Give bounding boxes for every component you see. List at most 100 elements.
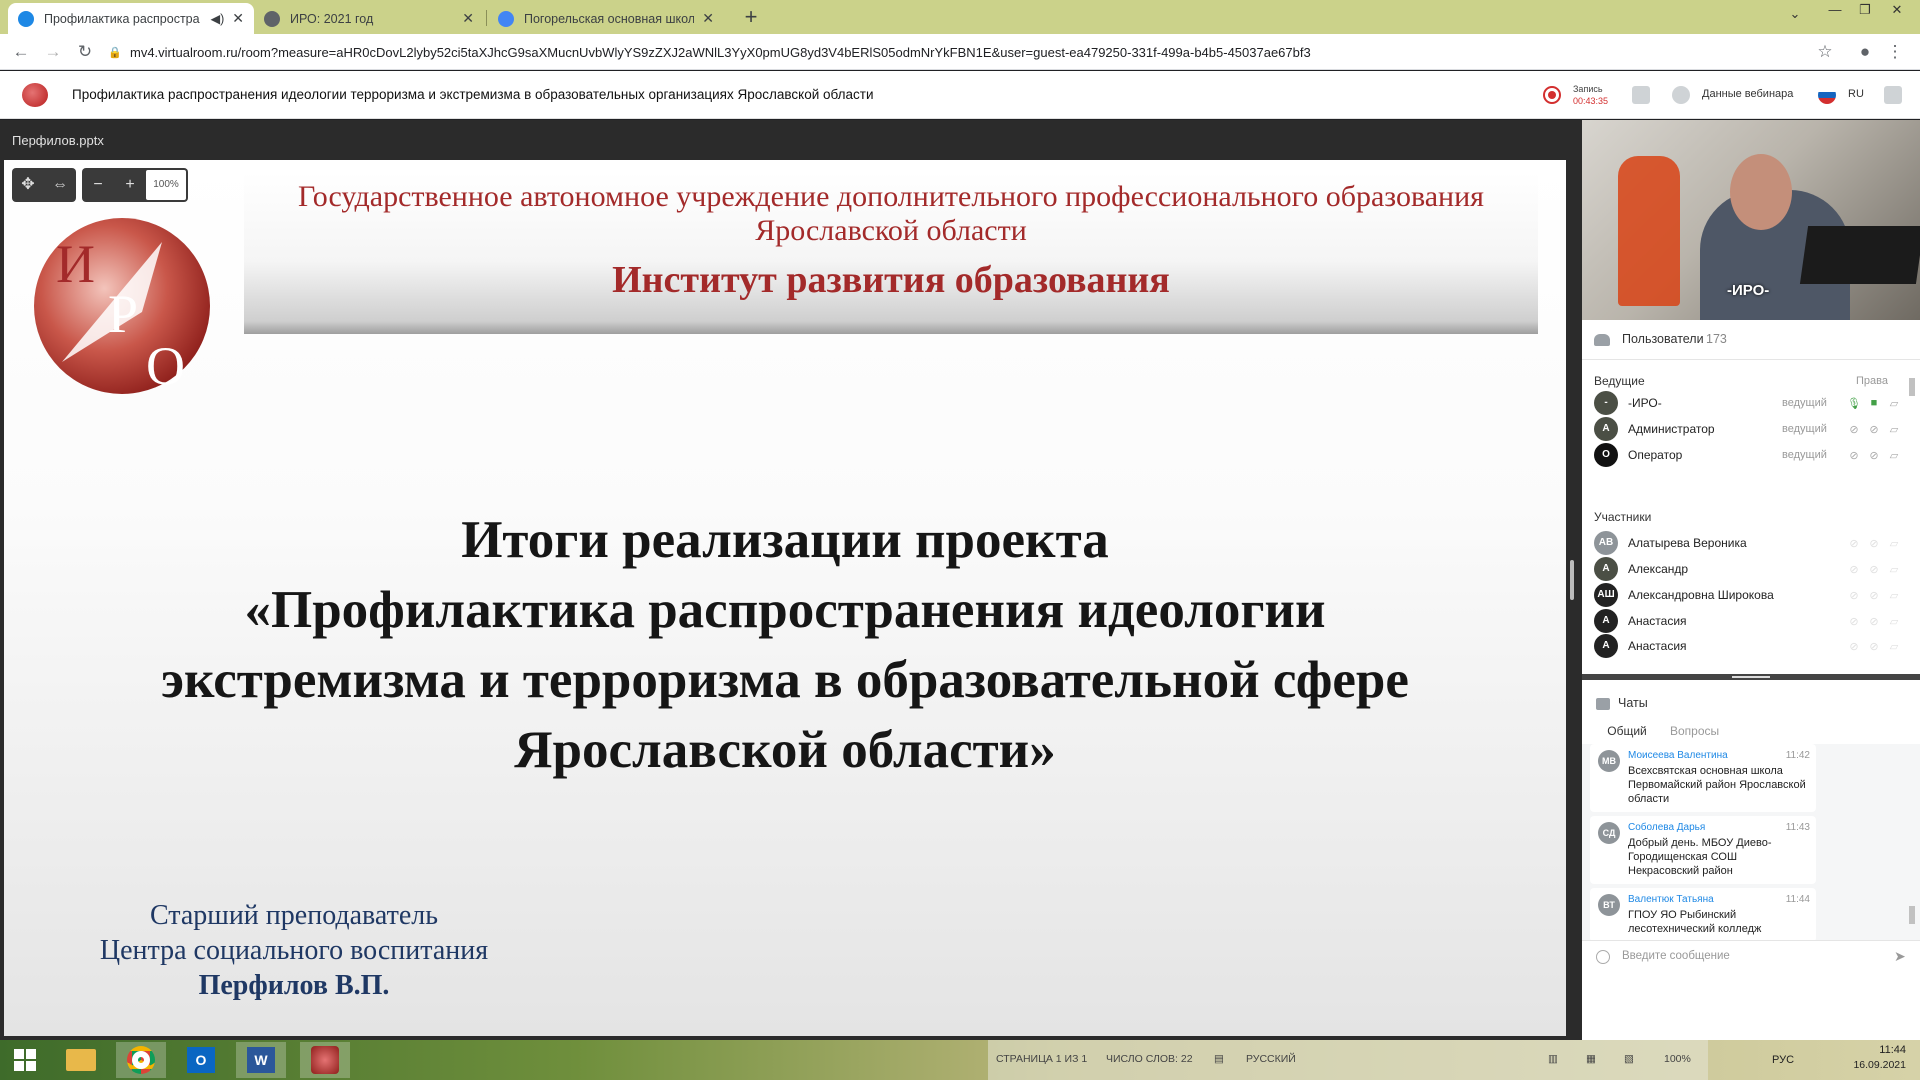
move-icon[interactable]: ✥ xyxy=(12,168,44,202)
fit-width-icon[interactable]: ⇔ xyxy=(44,168,76,202)
zoom-in-button[interactable]: + xyxy=(114,168,146,202)
screen-share-icon[interactable]: ▱ xyxy=(1884,397,1904,410)
presentation-area: Перфилов.pptx И Р О Государственное авто… xyxy=(0,120,1582,1040)
screen-share-icon[interactable]: ▱ xyxy=(1884,449,1904,462)
camera-off-icon[interactable]: ⊘ xyxy=(1864,640,1884,653)
presenter-video[interactable]: -ИРО- xyxy=(1582,120,1920,320)
screen-share-icon[interactable]: ▱ xyxy=(1884,640,1904,653)
info-icon[interactable] xyxy=(1672,86,1690,104)
restore-icon[interactable]: ❐ xyxy=(1850,2,1880,22)
zoom-level[interactable]: 100% xyxy=(146,170,186,200)
minimize-icon[interactable]: — xyxy=(1820,2,1850,22)
word-count-status[interactable]: ЧИСЛО СЛОВ: 22 xyxy=(1106,1053,1193,1065)
participants-section-label: Участники xyxy=(1594,510,1652,524)
tab-questions[interactable]: Вопросы xyxy=(1670,724,1719,738)
emoji-icon[interactable] xyxy=(1596,950,1610,964)
word-language-status[interactable]: РУССКИЙ xyxy=(1246,1053,1296,1065)
microphone-icon[interactable]: 🎙 xyxy=(1844,397,1864,410)
chat-message: СД Соболева Дарья 11:43 Добрый день. МБО… xyxy=(1590,816,1816,884)
chat-input[interactable]: Введите сообщение xyxy=(1622,950,1730,962)
side-panel: -ИРО- Пользователи 173 Ведущие Права - -… xyxy=(1582,120,1920,1040)
participant-row[interactable]: АВ Алатырева Вероника ⊘ ⊘ ▱ xyxy=(1594,530,1904,556)
read-mode-icon[interactable]: ▥ xyxy=(1548,1053,1558,1065)
keyboard-layout[interactable]: РУС xyxy=(1772,1054,1794,1066)
message-text: Всехсвятская основная школа Первомайский… xyxy=(1628,765,1806,805)
host-row[interactable]: - -ИРО- ведущий 🎙 ■ ▱ xyxy=(1594,390,1904,416)
exit-icon[interactable] xyxy=(1884,86,1902,104)
profile-icon[interactable]: ● xyxy=(1854,41,1876,63)
iro-app-taskbar[interactable] xyxy=(300,1042,350,1078)
webinar-details-button[interactable]: Данные вебинара xyxy=(1702,88,1793,100)
microphone-off-icon[interactable]: ⊘ xyxy=(1844,537,1864,550)
system-clock[interactable]: 11:44 16.09.2021 xyxy=(1836,1044,1906,1071)
panel-divider[interactable] xyxy=(1582,674,1920,680)
chat-input-bar: Введите сообщение ➤ xyxy=(1582,940,1920,972)
print-layout-icon[interactable]: ▦ xyxy=(1586,1053,1596,1065)
screen-share-icon[interactable]: ▱ xyxy=(1884,423,1904,436)
tab-search-icon[interactable]: ⌄ xyxy=(1780,6,1810,26)
zoom-out-button[interactable]: − xyxy=(82,168,114,202)
camera-off-icon[interactable]: ⊘ xyxy=(1864,615,1884,628)
forward-icon[interactable]: → xyxy=(42,41,64,63)
microphone-off-icon[interactable]: ⊘ xyxy=(1844,615,1864,628)
microphone-off-icon[interactable]: ⊘ xyxy=(1844,449,1864,462)
browser-tab-active[interactable]: Профилактика распростра ◀) ✕ xyxy=(8,3,254,34)
camera-off-icon[interactable]: ⊘ xyxy=(1864,537,1884,550)
screen-share-icon[interactable]: ▱ xyxy=(1884,589,1904,602)
participant-row[interactable]: А Анастасия ⊘ ⊘ ▱ xyxy=(1594,634,1904,658)
title-line: экстремизма и терроризма в образовательн… xyxy=(161,651,1409,709)
users-scrollbar[interactable] xyxy=(1908,364,1916,674)
russian-flag-icon[interactable] xyxy=(1818,86,1836,104)
chat-message: МВ Моисеева Валентина 11:42 Всехсвятская… xyxy=(1590,744,1816,812)
send-icon[interactable]: ➤ xyxy=(1894,948,1906,965)
word-taskbar[interactable]: W xyxy=(236,1042,286,1078)
language-selector[interactable]: RU xyxy=(1848,88,1864,100)
url-text: mv4.virtualroom.ru/room?measure=aHR0cDov… xyxy=(130,44,1311,60)
camera-off-icon[interactable]: ⊘ xyxy=(1864,449,1884,462)
screen-share-icon[interactable]: ▱ xyxy=(1884,563,1904,576)
camera-off-icon[interactable]: ⊘ xyxy=(1864,423,1884,436)
zoom-controls: − + 100% xyxy=(82,168,188,202)
address-bar[interactable]: 🔒 mv4.virtualroom.ru/room?measure=aHR0cD… xyxy=(108,39,1784,65)
menu-kebab-icon[interactable]: ⋮ xyxy=(1884,41,1906,63)
reload-icon[interactable]: ↻ xyxy=(74,41,96,63)
close-tab-icon[interactable]: ✕ xyxy=(702,10,714,27)
microphone-off-icon[interactable]: ⊘ xyxy=(1844,423,1864,436)
camera-off-icon[interactable]: ⊘ xyxy=(1864,589,1884,602)
bookmark-star-icon[interactable]: ☆ xyxy=(1814,41,1836,63)
microphone-off-icon[interactable]: ⊘ xyxy=(1844,563,1864,576)
screen-share-icon[interactable]: ▱ xyxy=(1884,615,1904,628)
host-row[interactable]: А Администратор ведущий ⊘ ⊘ ▱ xyxy=(1594,416,1904,442)
close-tab-icon[interactable]: ✕ xyxy=(462,10,474,27)
back-icon[interactable]: ← xyxy=(10,41,32,63)
slide-org-name: Институт развития образования xyxy=(612,259,1170,301)
microphone-off-icon[interactable]: ⊘ xyxy=(1844,589,1864,602)
speaker-icon[interactable]: ◀) xyxy=(210,11,224,26)
file-explorer-taskbar[interactable] xyxy=(56,1042,106,1078)
browser-tab[interactable]: Погорельская основная школа ✕ xyxy=(488,3,724,34)
participant-row[interactable]: АШ Александровна Широкова ⊘ ⊘ ▱ xyxy=(1594,582,1904,608)
users-header[interactable]: Пользователи 173 xyxy=(1582,320,1920,360)
record-icon[interactable] xyxy=(1543,86,1561,104)
screen-share-icon[interactable]: ▱ xyxy=(1884,537,1904,550)
chrome-taskbar[interactable] xyxy=(116,1042,166,1078)
browser-tab[interactable]: ИРО: 2021 год ✕ xyxy=(254,3,484,34)
chat-scrollbar[interactable] xyxy=(1908,744,1916,936)
camera-off-icon[interactable]: ⊘ xyxy=(1864,563,1884,576)
host-row[interactable]: О Оператор ведущий ⊘ ⊘ ▱ xyxy=(1594,442,1904,468)
panel-resize-handle[interactable] xyxy=(1570,560,1574,600)
web-layout-icon[interactable]: ▧ xyxy=(1624,1053,1634,1065)
close-tab-icon[interactable]: ✕ xyxy=(232,10,244,27)
outlook-taskbar[interactable]: O xyxy=(176,1042,226,1078)
new-tab-button[interactable]: + xyxy=(738,4,764,30)
folder-icon[interactable] xyxy=(1632,86,1650,104)
participant-row[interactable]: А Александр ⊘ ⊘ ▱ xyxy=(1594,556,1904,582)
proofing-icon[interactable]: ▤ xyxy=(1214,1053,1224,1065)
participant-row[interactable]: А Анастасия ⊘ ⊘ ▱ xyxy=(1594,608,1904,634)
word-page-status[interactable]: СТРАНИЦА 1 ИЗ 1 xyxy=(996,1053,1087,1065)
close-window-icon[interactable]: ✕ xyxy=(1882,2,1912,22)
start-button[interactable] xyxy=(0,1042,50,1078)
camera-icon[interactable]: ■ xyxy=(1864,397,1884,409)
microphone-off-icon[interactable]: ⊘ xyxy=(1844,640,1864,653)
word-zoom-level[interactable]: 100% xyxy=(1664,1053,1691,1065)
